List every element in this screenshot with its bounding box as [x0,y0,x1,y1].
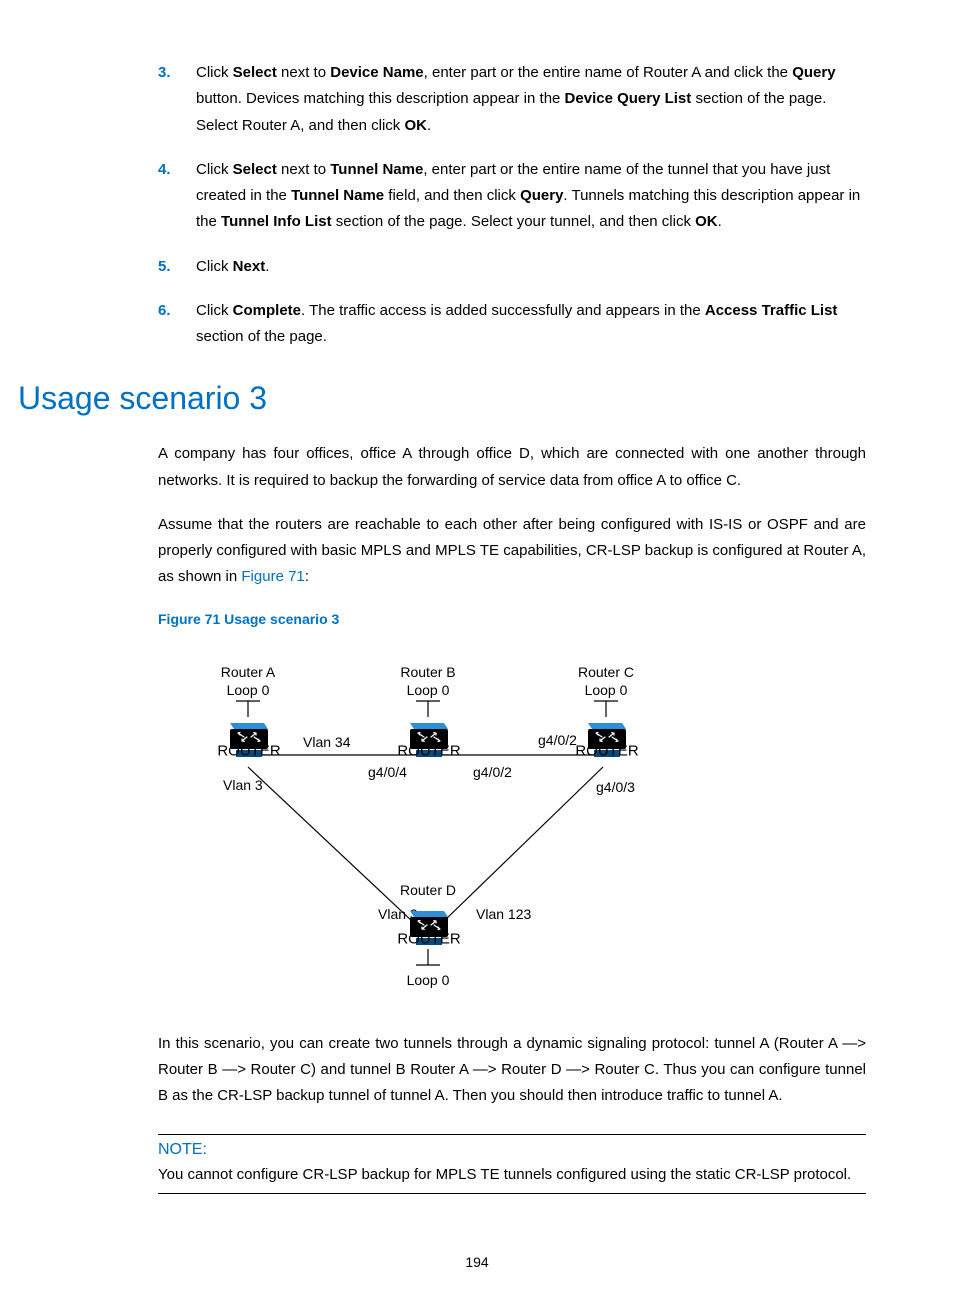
step-body: Click Select next to Tunnel Name, enter … [196,157,866,236]
label-router-c: Router C [578,664,634,680]
figure-caption: Figure 71 Usage scenario 3 [158,611,866,627]
router-a-icon [217,723,281,760]
note-body: You cannot configure CR-LSP backup for M… [158,1163,866,1187]
bold-text: Next [233,258,266,275]
step-number: 6. [158,298,196,351]
step-body: Click Select next to Device Name, enter … [196,60,866,139]
bold-text: Tunnel Info List [221,213,332,230]
step-number: 3. [158,60,196,139]
router-c-icon [575,723,638,760]
step-list: 3.Click Select next to Device Name, ente… [158,60,866,350]
step-item: 3.Click Select next to Device Name, ente… [158,60,866,139]
text: next to [277,161,330,178]
step-number: 5. [158,254,196,280]
step-number: 4. [158,157,196,236]
step-item: 4.Click Select next to Tunnel Name, ente… [158,157,866,236]
text: : [305,568,309,585]
label-loop-a: Loop 0 [227,682,270,698]
text: Click [196,64,233,81]
text: next to [277,64,330,81]
bold-text: Complete [233,302,301,319]
text: . [718,213,722,230]
divider [158,1193,866,1194]
text: section of the page. [196,328,327,345]
divider [158,1134,866,1135]
bold-text: Device Name [330,64,423,81]
bold-text: OK [404,117,427,134]
bold-text: Device Query List [565,90,692,107]
text: Click [196,161,233,178]
step-item: 6.Click Complete. The traffic access is … [158,298,866,351]
label-router-a: Router A [221,664,276,680]
label-vlan34: Vlan 34 [303,734,351,750]
figure-diagram: ROUTER Router A Loop 0 Vlan 34 Vlan 3 Ro… [178,657,866,1001]
label-g402: g4/0/2 [473,764,512,780]
text: , enter part or the entire name of Route… [424,64,793,81]
bold-text: Tunnel Name [330,161,423,178]
bold-text: Access Traffic List [705,302,838,319]
bold-text: Query [520,187,563,204]
label-g402b: g4/0/2 [538,732,577,748]
paragraph: In this scenario, you can create two tun… [158,1031,866,1110]
label-router-b: Router B [400,664,455,680]
bold-text: Tunnel Name [291,187,384,204]
bold-text: OK [695,213,718,230]
label-loop-d: Loop 0 [407,972,450,988]
router-b-icon [397,723,461,760]
label-g404: g4/0/4 [368,764,407,780]
label-vlan3-a: Vlan 3 [223,777,263,793]
label-loop-c: Loop 0 [585,682,628,698]
section-heading: Usage scenario 3 [18,380,866,417]
bold-text: Select [233,161,277,178]
paragraph: A company has four offices, office A thr… [158,441,866,494]
note-block: NOTE: You cannot configure CR-LSP backup… [158,1134,866,1194]
page-number: 194 [88,1254,866,1270]
label-loop-b: Loop 0 [407,682,450,698]
label-vlan123: Vlan 123 [476,906,531,922]
text: . [265,258,269,275]
bold-text: Select [233,64,277,81]
text: field, and then click [384,187,520,204]
step-item: 5.Click Next. [158,254,866,280]
label-router-d: Router D [400,882,456,898]
paragraph: Assume that the routers are reachable to… [158,512,866,591]
text: button. Devices matching this descriptio… [196,90,565,107]
note-label: NOTE: [158,1141,866,1159]
label-g403: g4/0/3 [596,779,635,795]
bold-text: Query [792,64,835,81]
text: . [427,117,431,134]
text: Click [196,258,233,275]
text: section of the page. Select your tunnel,… [332,213,696,230]
step-body: Click Complete. The traffic access is ad… [196,298,866,351]
text: . The traffic access is added successful… [301,302,705,319]
figure-link[interactable]: Figure 71 [241,568,304,585]
step-body: Click Next. [196,254,866,280]
text: Click [196,302,233,319]
